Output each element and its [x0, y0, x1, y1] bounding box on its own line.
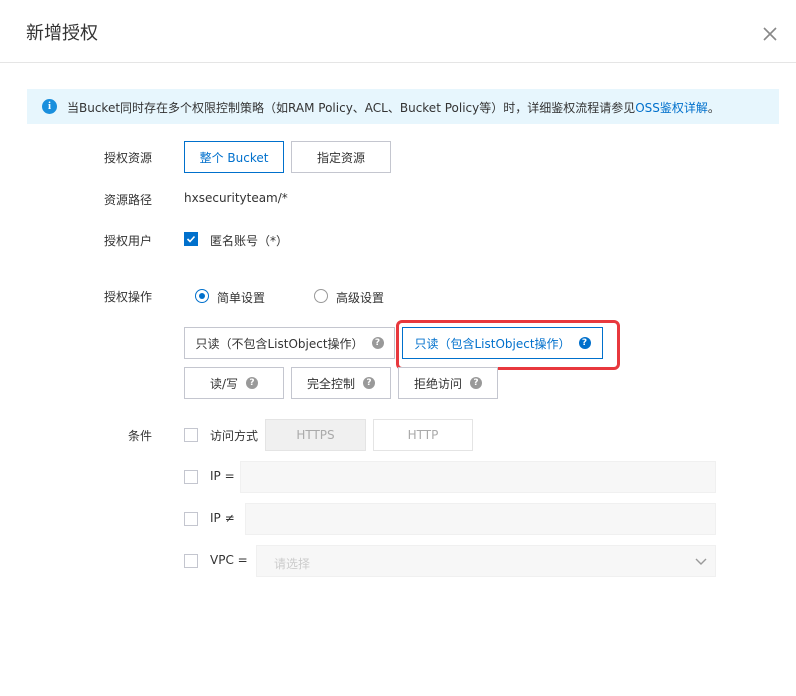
access-method-checkbox[interactable] [184, 428, 198, 442]
specific-resource-button[interactable]: 指定资源 [291, 141, 391, 173]
ip-not-equal-checkbox[interactable] [184, 512, 198, 526]
user-label: 授权用户 [104, 234, 153, 248]
read-write-button[interactable]: 读/写? [184, 367, 284, 399]
https-button[interactable]: HTTPS [265, 419, 366, 451]
operation-label: 授权操作 [104, 290, 153, 304]
simple-mode-label: 简单设置 [217, 291, 266, 305]
help-icon[interactable]: ? [470, 377, 482, 389]
oss-auth-doc-link[interactable]: OSS鉴权详解 [635, 101, 708, 115]
simple-mode-radio[interactable] [195, 289, 209, 303]
access-method-label: 访问方式 [210, 429, 259, 443]
path-label: 资源路径 [104, 193, 153, 207]
add-authorization-dialog: 新增授权 i 当Bucket同时存在多个权限控制策略（如RAM Policy、A… [0, 0, 796, 696]
read-write-label: 读/写 [209, 376, 239, 391]
chevron-down-icon [695, 558, 707, 565]
ip-not-equal-label: IP ≠ [210, 511, 235, 525]
path-value: hxsecurityteam/* [184, 191, 288, 205]
close-icon[interactable] [758, 22, 782, 46]
full-control-button[interactable]: 完全控制? [291, 367, 391, 399]
info-icon: i [42, 99, 57, 114]
notice-suffix: 。 [707, 101, 720, 115]
ip-equal-input[interactable] [240, 461, 716, 493]
dialog-title: 新增授权 [26, 23, 98, 44]
ip-equal-label: IP = [210, 469, 235, 483]
notice-body: 当Bucket同时存在多个权限控制策略（如RAM Policy、ACL、Buck… [67, 101, 636, 115]
vpc-select-placeholder: 请选择 [274, 557, 311, 571]
ip-equal-checkbox[interactable] [184, 470, 198, 484]
highlight-annotation [396, 320, 620, 370]
ip-not-equal-input[interactable] [245, 503, 716, 535]
advanced-mode-label: 高级设置 [336, 291, 385, 305]
readonly-no-list-label: 只读（不包含ListObject操作） [195, 336, 364, 351]
advanced-mode-radio[interactable] [314, 289, 328, 303]
checkmark-icon [186, 235, 196, 243]
resource-label: 授权资源 [104, 151, 153, 165]
deny-access-label: 拒绝访问 [413, 376, 462, 391]
condition-label: 条件 [128, 429, 153, 443]
vpc-label: VPC = [210, 553, 248, 567]
deny-access-button[interactable]: 拒绝访问? [398, 367, 498, 399]
http-button[interactable]: HTTP [373, 419, 473, 451]
readonly-no-list-button[interactable]: 只读（不包含ListObject操作）? [184, 327, 395, 359]
vpc-select[interactable]: 请选择 [256, 545, 716, 577]
help-icon[interactable]: ? [371, 337, 384, 349]
full-control-label: 完全控制 [306, 376, 355, 391]
help-icon[interactable]: ? [363, 377, 375, 389]
policy-notice: i 当Bucket同时存在多个权限控制策略（如RAM Policy、ACL、Bu… [27, 89, 779, 124]
notice-text: 当Bucket同时存在多个权限控制策略（如RAM Policy、ACL、Buck… [67, 99, 720, 116]
dialog-header: 新增授权 [0, 0, 796, 63]
whole-bucket-button[interactable]: 整个 Bucket [184, 141, 284, 173]
vpc-checkbox[interactable] [184, 554, 198, 568]
help-icon[interactable]: ? [246, 377, 259, 389]
anonymous-checkbox[interactable] [184, 232, 198, 246]
anonymous-label: 匿名账号（*） [210, 234, 289, 248]
